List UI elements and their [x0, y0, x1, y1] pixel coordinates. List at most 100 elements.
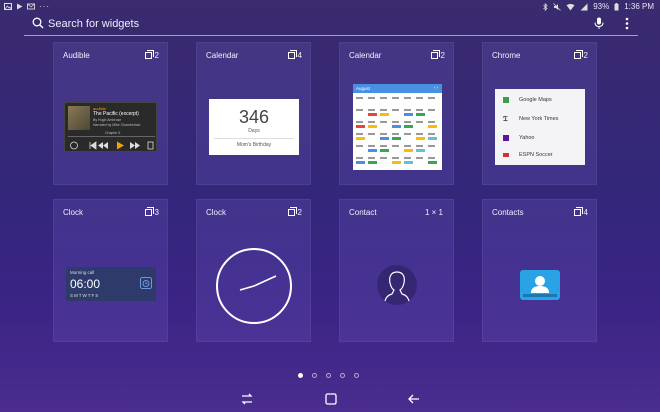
calendar-event-mark [404, 125, 413, 128]
page-indicator [298, 373, 359, 378]
calendar-event-mark [380, 113, 389, 116]
calendar-day-cell [416, 145, 423, 147]
page-dot[interactable] [298, 373, 303, 378]
bluetooth-icon [543, 2, 548, 11]
countdown-event: Mom's Birthday [236, 142, 272, 148]
calendar-day-cell [428, 109, 435, 111]
stack-icon [573, 50, 583, 59]
widget-card-calendar-month[interactable]: Calendar 2 August ‹ › [339, 42, 454, 185]
widget-name: Calendar [206, 51, 239, 60]
calendar-event-mark [392, 125, 401, 128]
widget-search-bar[interactable]: Search for widgets [24, 14, 638, 36]
page-dot[interactable] [354, 373, 359, 378]
calendar-event-mark [404, 113, 413, 116]
calendar-day-cell [380, 109, 387, 111]
mic-icon[interactable] [594, 17, 604, 30]
calendar-event-mark [416, 113, 425, 116]
navigation-bar [0, 390, 660, 412]
calendar-event-mark [428, 161, 437, 164]
back-icon[interactable] [407, 392, 421, 406]
contact-avatar-icon [377, 265, 417, 305]
yahoo-icon [503, 135, 509, 141]
alarm-clock-icon [140, 277, 152, 289]
battery-icon [614, 2, 619, 10]
page-dot[interactable] [326, 373, 331, 378]
widget-card-audible[interactable]: Audible 2 audible The Pacific (excerpt) … [53, 42, 168, 185]
widget-count: 2 [430, 50, 445, 60]
stack-icon [144, 50, 154, 59]
calendar-day-cell [404, 133, 411, 135]
bookmark-item: New York Times [519, 116, 559, 122]
playback-controls [70, 141, 154, 150]
calendar-day-cell [428, 145, 435, 147]
month-label: August [356, 85, 371, 91]
stack-icon [144, 207, 154, 216]
wifi-icon [566, 3, 575, 10]
calendar-day-cell [416, 121, 423, 123]
status-left: ··· [4, 2, 50, 11]
calendar-day-cell [428, 133, 435, 135]
widget-card-contact[interactable]: Contact 1 × 1 [339, 199, 454, 342]
calendar-day-cell [368, 121, 375, 123]
calendar-day-cell [416, 97, 423, 99]
book-cover-image [68, 106, 90, 130]
countdown-unit: Days [248, 128, 260, 134]
calendar-day-cell [404, 157, 411, 159]
calendar-event-mark [416, 137, 425, 140]
month-header: August ‹ › [353, 84, 442, 93]
page-dot[interactable] [340, 373, 345, 378]
google-maps-icon [503, 97, 509, 103]
calendar-day-cell [368, 109, 375, 111]
search-input[interactable]: Search for widgets [48, 18, 139, 30]
calendar-day-cell [392, 133, 399, 135]
more-options-icon[interactable] [624, 17, 630, 30]
calendar-day-cell [428, 157, 435, 159]
widget-card-chrome[interactable]: Chrome 2 Google Maps 𝔗 New York Times Ya… [482, 42, 597, 185]
calendar-day-cell [404, 109, 411, 111]
page-dot[interactable] [312, 373, 317, 378]
calendar-day-cell [380, 121, 387, 123]
analog-clock-icon [216, 248, 292, 324]
widget-card-clock-analog[interactable]: Clock 2 [196, 199, 311, 342]
calendar-day-cell [368, 145, 375, 147]
calendar-event-mark [404, 161, 413, 164]
widget-card-clock-alarm[interactable]: Clock 3 Morning call 06:00 SMTWTFS [53, 199, 168, 342]
calendar-event-mark [368, 149, 377, 152]
bookmark-item: Yahoo [519, 135, 535, 141]
calendar-day-cell [356, 145, 363, 147]
calendar-event-mark [356, 125, 365, 128]
calendar-event-mark [380, 149, 389, 152]
calendar-day-cell [392, 121, 399, 123]
calendar-event-mark [392, 161, 401, 164]
calendar-day-cell [428, 121, 435, 123]
widget-name: Contact [349, 208, 377, 217]
calendar-day-cell [356, 97, 363, 99]
stack-icon [573, 207, 583, 216]
calendar-day-cell [380, 145, 387, 147]
calendar-day-cell [380, 133, 387, 135]
audiobook-author: By Hugh Ambrose [93, 118, 122, 122]
calendar-day-cell [428, 97, 435, 99]
recents-icon[interactable] [240, 392, 254, 406]
alarm-widget-preview: Morning call 06:00 SMTWTFS [66, 267, 156, 301]
widget-name: Clock [206, 208, 227, 217]
bookmarks-widget-preview: Google Maps 𝔗 New York Times Yahoo ESPN … [495, 89, 585, 165]
widget-count: 2 [573, 50, 588, 60]
home-icon[interactable] [324, 392, 338, 406]
play-store-icon [17, 3, 23, 10]
calendar-day-cell [404, 97, 411, 99]
widget-card-calendar[interactable]: Calendar 4 346 Days Mom's Birthday [196, 42, 311, 185]
calendar-day-cell [416, 133, 423, 135]
calendar-day-cell [392, 145, 399, 147]
calendar-day-cell [356, 157, 363, 159]
status-right: 93% 1:36 PM [543, 2, 654, 11]
calendar-event-mark [416, 149, 425, 152]
calendar-event-mark [404, 149, 413, 152]
calendar-day-cell [368, 157, 375, 159]
calendar-day-cell [392, 157, 399, 159]
alarm-label: Morning call [70, 270, 95, 275]
status-time: 1:36 PM [624, 2, 654, 11]
widget-name: Clock [63, 208, 84, 217]
widget-count: 4 [573, 207, 588, 217]
widget-card-contacts[interactable]: Contacts 4 [482, 199, 597, 342]
